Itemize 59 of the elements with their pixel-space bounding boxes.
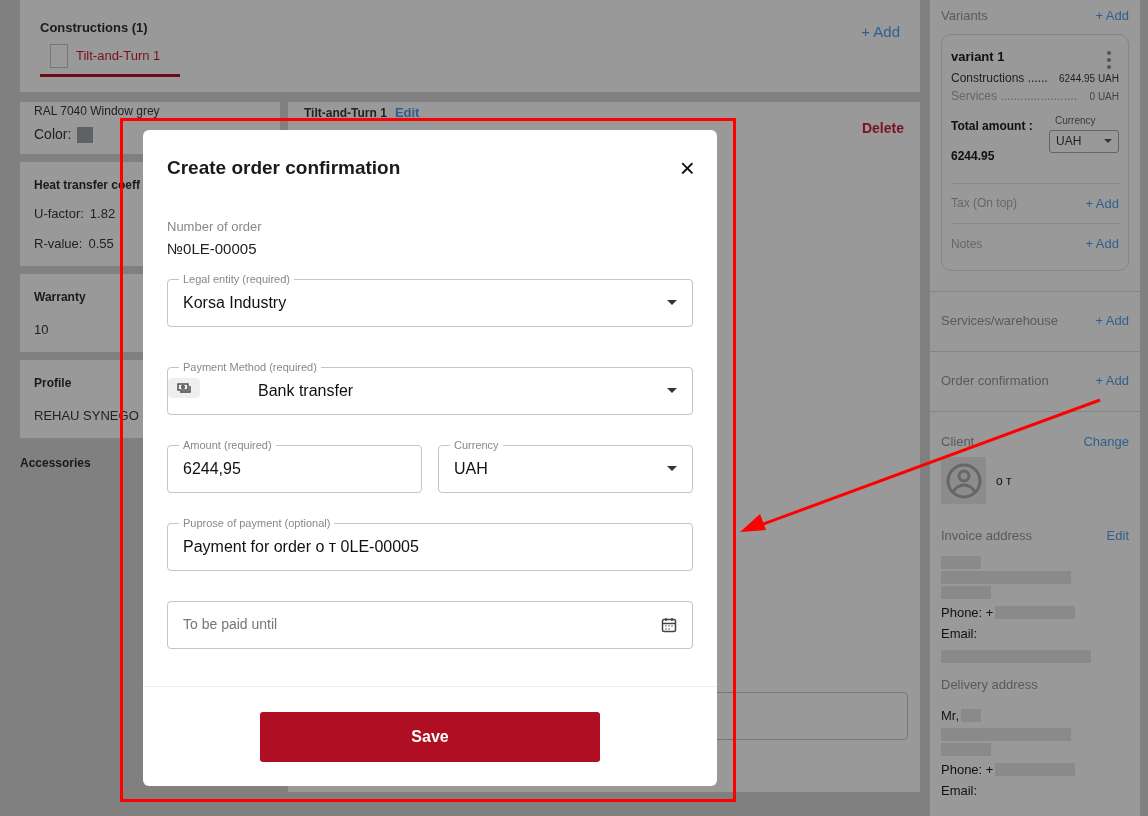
construction-tab[interactable]: Tilt-and-Turn 1 bbox=[40, 43, 180, 77]
more-icon[interactable] bbox=[1107, 50, 1111, 69]
total-value: 6244.95 bbox=[951, 147, 996, 165]
avatar-icon bbox=[941, 457, 986, 504]
field-label: U-factor: bbox=[34, 205, 84, 223]
caret-icon bbox=[667, 388, 677, 393]
add-link[interactable]: + Add bbox=[1095, 311, 1129, 331]
section-label: Delivery address bbox=[941, 675, 1039, 694]
close-button[interactable]: × bbox=[679, 155, 695, 182]
card-title: Warranty bbox=[34, 289, 86, 306]
section-label: Client bbox=[941, 432, 975, 451]
add-link[interactable]: + Add bbox=[1085, 193, 1119, 213]
caret-icon bbox=[667, 300, 677, 305]
add-link[interactable]: + Add bbox=[1095, 371, 1129, 391]
dialog-title: Create order confirmation bbox=[167, 156, 401, 180]
order-number: №0LE-00005 bbox=[167, 239, 258, 259]
currency-select[interactable]: UAH bbox=[1049, 129, 1119, 153]
section-label: Variants bbox=[941, 7, 988, 25]
email-label: Email: bbox=[941, 625, 979, 643]
panel-title: Tilt-and-Turn 1 bbox=[304, 104, 387, 122]
field-label: Color: bbox=[34, 125, 72, 144]
card-title: Profile bbox=[34, 375, 72, 392]
field-value: 0.55 bbox=[88, 234, 114, 253]
section-title: Accessories bbox=[20, 455, 91, 472]
line-value: 0 UAH bbox=[1089, 89, 1119, 104]
section-label: Order confirmation bbox=[941, 372, 1049, 391]
card-text: RAL 7040 Window grey bbox=[34, 103, 160, 120]
window-icon bbox=[50, 43, 68, 68]
line-label: Constructions ...... bbox=[951, 69, 1048, 87]
banknote-icon bbox=[168, 377, 200, 398]
caret-icon bbox=[667, 466, 677, 471]
field-label: Currency bbox=[1054, 113, 1097, 128]
field-value: 1.82 bbox=[89, 205, 116, 223]
email-label: Email: bbox=[941, 782, 979, 800]
line-value: 6244.95 UAH bbox=[1058, 71, 1119, 86]
client-name: o т bbox=[996, 472, 1012, 490]
change-link[interactable]: Change bbox=[1083, 431, 1129, 451]
phone-label: Phone: + bbox=[941, 603, 994, 622]
edit-link[interactable]: Edit bbox=[394, 103, 420, 123]
edit-link[interactable]: Edit bbox=[1106, 526, 1129, 546]
add-link[interactable]: + Add bbox=[861, 21, 900, 44]
color-swatch bbox=[77, 126, 94, 143]
save-button[interactable]: Save bbox=[260, 711, 600, 762]
field-label: R-value: bbox=[34, 234, 83, 253]
add-link[interactable]: + Add bbox=[1095, 6, 1129, 26]
section-label: Services/warehouse bbox=[941, 312, 1059, 331]
field-value: 10 bbox=[34, 321, 49, 339]
phone-label: Phone: + bbox=[941, 760, 994, 779]
delete-link[interactable]: Delete bbox=[861, 118, 904, 139]
input-field[interactable]: To be paid until bbox=[167, 600, 693, 649]
field-label: Number of order bbox=[167, 217, 263, 236]
section-label: Invoice address bbox=[941, 527, 1033, 545]
add-link[interactable]: + Add bbox=[1085, 234, 1119, 254]
section-title: Constructions (1) bbox=[40, 19, 149, 37]
total-label: Total amount : bbox=[951, 117, 1033, 135]
caret-icon bbox=[1104, 139, 1112, 143]
calendar-icon bbox=[661, 616, 677, 633]
name-text: Mr, bbox=[941, 707, 960, 725]
variant-name: variant 1 bbox=[951, 47, 1005, 66]
